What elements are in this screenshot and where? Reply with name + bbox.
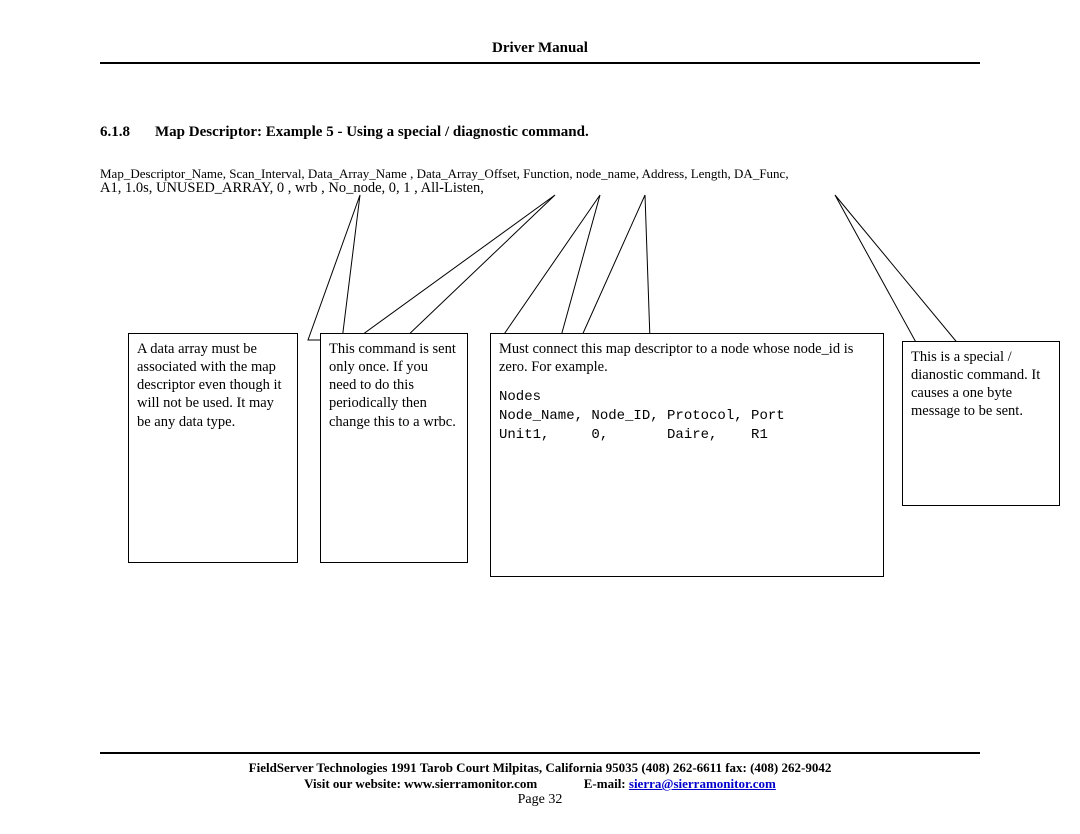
footer-address: FieldServer Technologies 1991 Tarob Cour… xyxy=(0,760,1080,776)
nodes-code-block: Nodes Node_Name, Node_ID, Protocol, Port… xyxy=(499,388,875,445)
callout-data-array: A data array must be associated with the… xyxy=(128,333,298,563)
callout-must-connect-text: Must connect this map descriptor to a no… xyxy=(499,340,875,376)
header-rule xyxy=(100,62,980,64)
footer-email-link[interactable]: sierra@sierramonitor.com xyxy=(629,776,776,791)
footer-email-label: E-mail: xyxy=(584,776,629,791)
footer-website: Visit our website: www.sierramonitor.com xyxy=(304,776,537,791)
footer-contact: Visit our website: www.sierramonitor.com… xyxy=(0,776,1080,792)
page-number: Page 32 xyxy=(0,792,1080,808)
section-number: 6.1.8 xyxy=(100,124,130,141)
section-heading: Map Descriptor: Example 5 - Using a spec… xyxy=(155,124,589,141)
page-title: Driver Manual xyxy=(0,40,1080,57)
table-value-row: A1, 1.0s, UNUSED_ARRAY, 0 , wrb , No_nod… xyxy=(100,180,484,197)
callout-this-command: This command is sent only once. If you n… xyxy=(320,333,468,563)
callout-special-command: This is a special / dianostic command. I… xyxy=(902,341,1060,506)
callout-must-connect: Must connect this map descriptor to a no… xyxy=(490,333,884,577)
footer-rule xyxy=(100,752,980,754)
